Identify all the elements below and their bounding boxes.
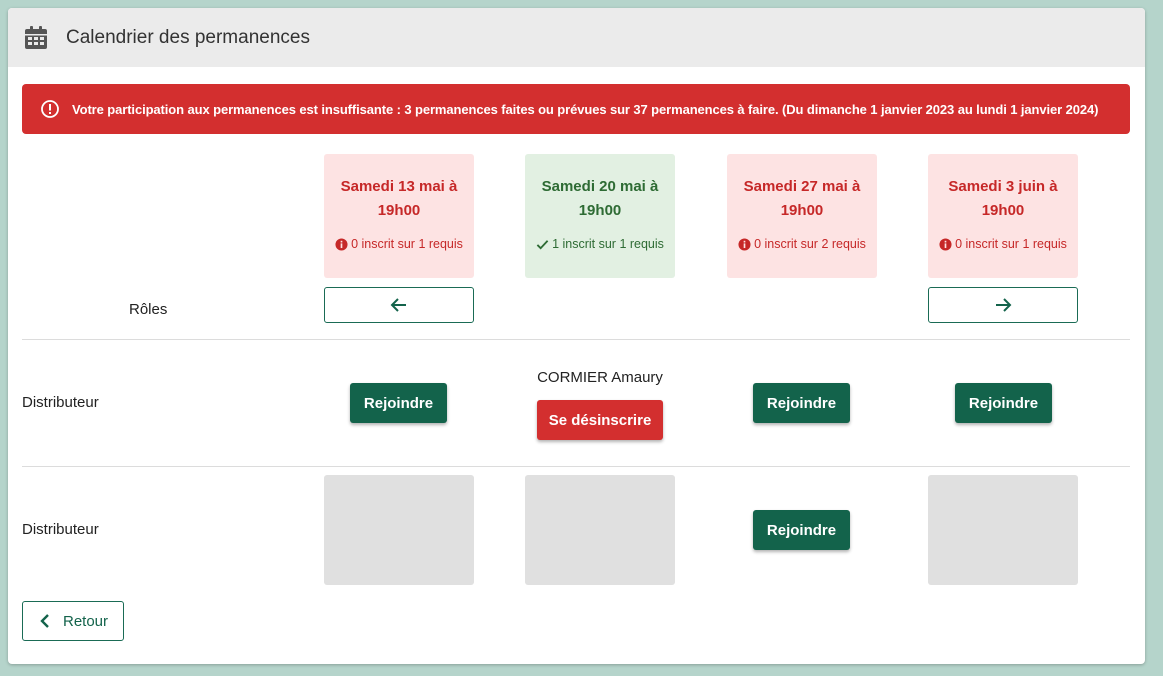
empty-slot	[525, 475, 675, 585]
alert-text: Votre participation aux permanences est …	[72, 101, 1099, 117]
shift-title: Samedi 13 mai à 19h00	[340, 178, 458, 219]
shift-title: Samedi 27 mai à 19h00	[743, 178, 861, 219]
unsubscribe-button[interactable]: Se désinscrire	[537, 400, 663, 440]
participation-alert: Votre participation aux permanences est …	[22, 84, 1130, 134]
calendar-panel: Calendrier des permanences Votre partici…	[8, 8, 1145, 664]
panel-header: Calendrier des permanences	[8, 8, 1145, 67]
next-button[interactable]	[928, 287, 1078, 323]
shift-status-text: 0 inscrit sur 1 requis	[955, 237, 1067, 251]
alert-circle-icon	[41, 100, 59, 118]
role-label: Distributeur	[22, 521, 99, 538]
check-icon	[536, 239, 549, 250]
shift-card-2: Samedi 20 mai à 19h00 1 inscrit sur 1 re…	[525, 154, 675, 278]
empty-slot	[324, 475, 474, 585]
shift-card-3: Samedi 27 mai à 19h00 0 inscrit sur 2 re…	[727, 154, 877, 278]
join-button[interactable]: Rejoindre	[955, 383, 1052, 423]
back-label: Retour	[63, 612, 109, 630]
row-divider	[22, 339, 1130, 340]
member-name: CORMIER Amaury	[537, 369, 663, 386]
chevron-left-icon	[40, 614, 49, 628]
role-label: Distributeur	[22, 394, 99, 411]
arrow-right-icon	[996, 298, 1012, 312]
roles-label: Rôles	[129, 301, 168, 318]
shift-title: Samedi 3 juin à 19h00	[948, 178, 1058, 219]
back-button[interactable]: Retour	[22, 601, 124, 641]
shift-status: 0 inscrit sur 2 requis	[727, 237, 877, 251]
shift-status-text: 1 inscrit sur 1 requis	[552, 237, 664, 251]
join-button[interactable]: Rejoindre	[753, 510, 850, 550]
page-title: Calendrier des permanences	[66, 26, 310, 48]
shift-title: Samedi 20 mai à 19h00	[541, 178, 659, 219]
empty-slot	[928, 475, 1078, 585]
arrow-left-icon	[390, 298, 406, 312]
shift-status: 0 inscrit sur 1 requis	[928, 237, 1078, 251]
row-divider	[22, 466, 1130, 467]
join-button[interactable]: Rejoindre	[350, 383, 447, 423]
join-button[interactable]: Rejoindre	[753, 383, 850, 423]
shift-status: 1 inscrit sur 1 requis	[525, 237, 675, 251]
info-circle-icon	[939, 237, 952, 251]
shift-status-text: 0 inscrit sur 1 requis	[351, 237, 463, 251]
shift-status-text: 0 inscrit sur 2 requis	[754, 237, 866, 251]
info-circle-icon	[335, 237, 348, 251]
info-circle-icon	[738, 237, 751, 251]
shift-status: 0 inscrit sur 1 requis	[324, 237, 474, 251]
calendar-icon	[25, 25, 47, 49]
shift-card-1: Samedi 13 mai à 19h00 0 inscrit sur 1 re…	[324, 154, 474, 278]
previous-button[interactable]	[324, 287, 474, 323]
shift-card-4: Samedi 3 juin à 19h00 0 inscrit sur 1 re…	[928, 154, 1078, 278]
